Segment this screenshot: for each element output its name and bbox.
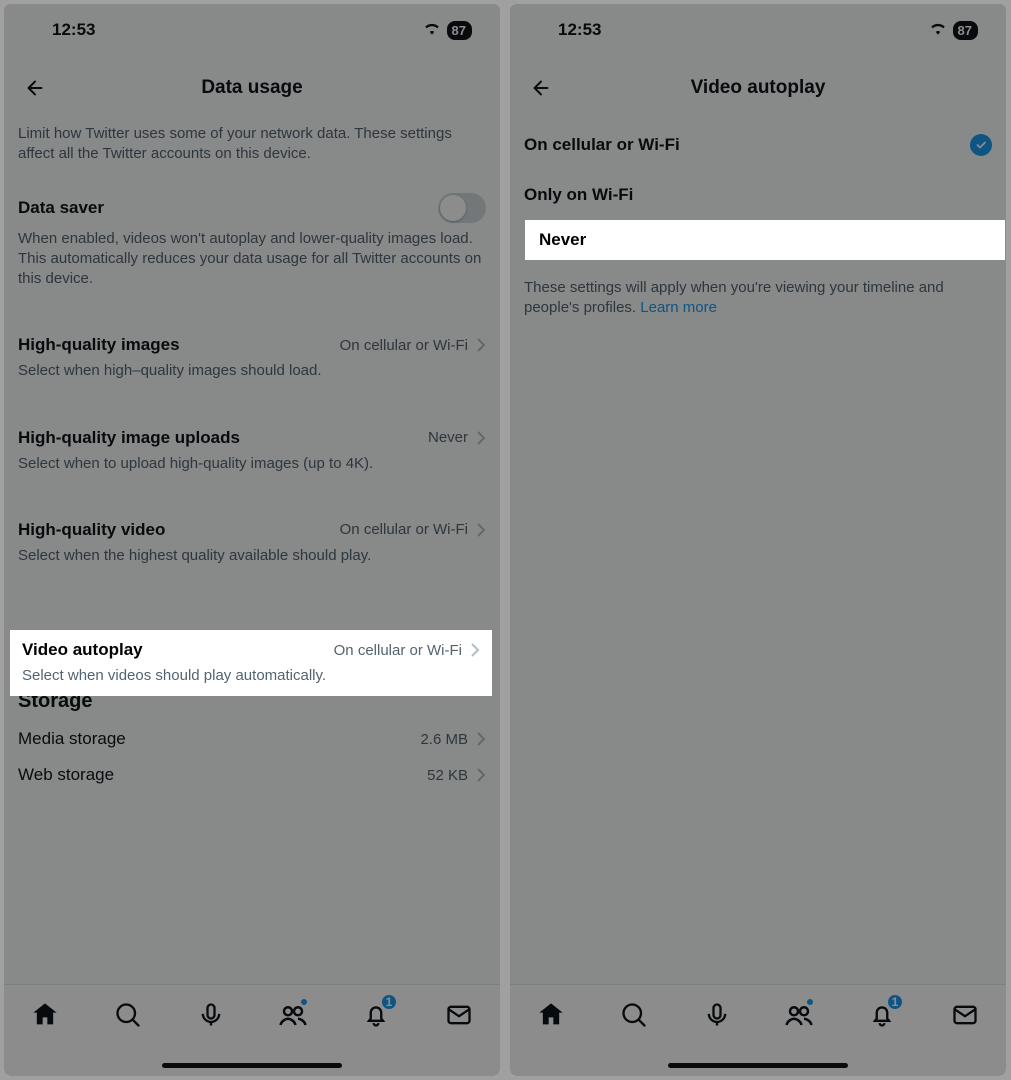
video-autoplay-row[interactable]: Video autoplay On cellular or Wi-Fi Sele…	[10, 630, 492, 696]
tab-bar: 1	[4, 984, 500, 1076]
hq-video-desc: Select when the highest quality availabl…	[18, 542, 486, 582]
status-bar: 12:53 87	[4, 4, 500, 56]
home-icon	[537, 1001, 565, 1029]
option-label: Never	[539, 230, 586, 249]
hq-uploads-desc: Select when to upload high-quality image…	[18, 450, 486, 490]
chevron-right-icon	[476, 767, 486, 783]
video-autoplay-label: Video autoplay	[22, 640, 143, 660]
data-saver-row: Data saver	[18, 183, 486, 225]
hq-uploads-label: High-quality image uploads	[18, 428, 240, 448]
mic-icon	[703, 1001, 731, 1029]
tab-notifications[interactable]: 1	[862, 995, 902, 1035]
home-icon	[31, 1001, 59, 1029]
check-icon	[970, 134, 992, 156]
notifications-badge: 1	[380, 993, 398, 1011]
option-never[interactable]: Never	[525, 220, 1005, 260]
tab-communities[interactable]	[779, 995, 819, 1035]
chevron-right-icon	[476, 522, 486, 538]
wifi-icon	[929, 20, 947, 40]
media-storage-value: 2.6 MB	[420, 731, 468, 748]
data-saver-label: Data saver	[18, 198, 104, 218]
web-storage-value: 52 KB	[427, 767, 468, 784]
media-storage-label: Media storage	[18, 729, 126, 749]
hq-images-label: High-quality images	[18, 335, 180, 355]
tab-home[interactable]	[25, 995, 65, 1035]
media-storage-row[interactable]: Media storage 2.6 MB	[18, 721, 486, 757]
tab-bar: 1	[510, 984, 1006, 1076]
search-icon	[620, 1001, 648, 1029]
web-storage-label: Web storage	[18, 765, 114, 785]
chevron-right-icon	[476, 731, 486, 747]
learn-more-link[interactable]: Learn more	[640, 299, 717, 316]
battery-indicator: 87	[447, 21, 472, 40]
video-autoplay-desc: Select when videos should play automatic…	[22, 660, 480, 686]
page-title: Video autoplay	[510, 77, 1006, 99]
video-autoplay-value: On cellular or Wi-Fi	[334, 642, 462, 659]
option-wifi-only[interactable]: Only on Wi-Fi	[510, 170, 1006, 220]
status-time: 12:53	[558, 20, 601, 40]
tab-communities[interactable]	[273, 995, 313, 1035]
data-saver-desc: When enabled, videos won't autoplay and …	[18, 225, 486, 306]
chevron-right-icon	[470, 642, 480, 658]
footer-note: These settings will apply when you're vi…	[510, 264, 1006, 319]
hq-images-row[interactable]: High-quality images On cellular or Wi-Fi	[18, 325, 486, 357]
home-indicator	[668, 1063, 848, 1068]
status-bar: 12:53 87	[510, 4, 1006, 56]
tab-spaces[interactable]	[697, 995, 737, 1035]
hq-video-value: On cellular or Wi-Fi	[340, 521, 468, 538]
tab-spaces[interactable]	[191, 995, 231, 1035]
mail-icon	[445, 1001, 473, 1029]
web-storage-row[interactable]: Web storage 52 KB	[18, 757, 486, 793]
home-indicator	[162, 1063, 342, 1068]
wifi-icon	[423, 20, 441, 40]
option-label: Only on Wi-Fi	[524, 185, 633, 205]
footer-note-text: These settings will apply when you're vi…	[524, 279, 944, 316]
status-time: 12:53	[52, 20, 95, 40]
page-title: Data usage	[4, 77, 500, 99]
tab-notifications[interactable]: 1	[356, 995, 396, 1035]
nav-header: Video autoplay	[510, 56, 1006, 120]
tab-messages[interactable]	[945, 995, 985, 1035]
battery-indicator: 87	[953, 21, 978, 40]
hq-images-value: On cellular or Wi-Fi	[340, 337, 468, 354]
hq-images-desc: Select when high–quality images should l…	[18, 357, 486, 397]
phone-video-autoplay: 12:53 87 Video autoplay On cellular or W…	[510, 4, 1006, 1076]
option-label: On cellular or Wi-Fi	[524, 135, 680, 155]
back-button[interactable]	[18, 71, 52, 105]
arrow-left-icon	[530, 77, 552, 99]
hq-video-row[interactable]: High-quality video On cellular or Wi-Fi	[18, 510, 486, 542]
notifications-badge: 1	[886, 993, 904, 1011]
option-cell-wifi[interactable]: On cellular or Wi-Fi	[510, 120, 1006, 170]
hq-uploads-row[interactable]: High-quality image uploads Never	[18, 418, 486, 450]
mic-icon	[197, 1001, 225, 1029]
mail-icon	[951, 1001, 979, 1029]
intro-text: Limit how Twitter uses some of your netw…	[18, 122, 486, 183]
hq-uploads-value: Never	[428, 429, 468, 446]
tab-messages[interactable]	[439, 995, 479, 1035]
nav-header: Data usage	[4, 56, 500, 120]
tab-home[interactable]	[531, 995, 571, 1035]
phone-data-usage: 12:53 87 Data usage Limit how Twitter us…	[4, 4, 500, 1076]
tab-search[interactable]	[614, 995, 654, 1035]
back-button[interactable]	[524, 71, 558, 105]
search-icon	[114, 1001, 142, 1029]
data-saver-toggle[interactable]	[438, 193, 486, 223]
chevron-right-icon	[476, 337, 486, 353]
chevron-right-icon	[476, 430, 486, 446]
tab-search[interactable]	[108, 995, 148, 1035]
hq-video-label: High-quality video	[18, 520, 165, 540]
arrow-left-icon	[24, 77, 46, 99]
